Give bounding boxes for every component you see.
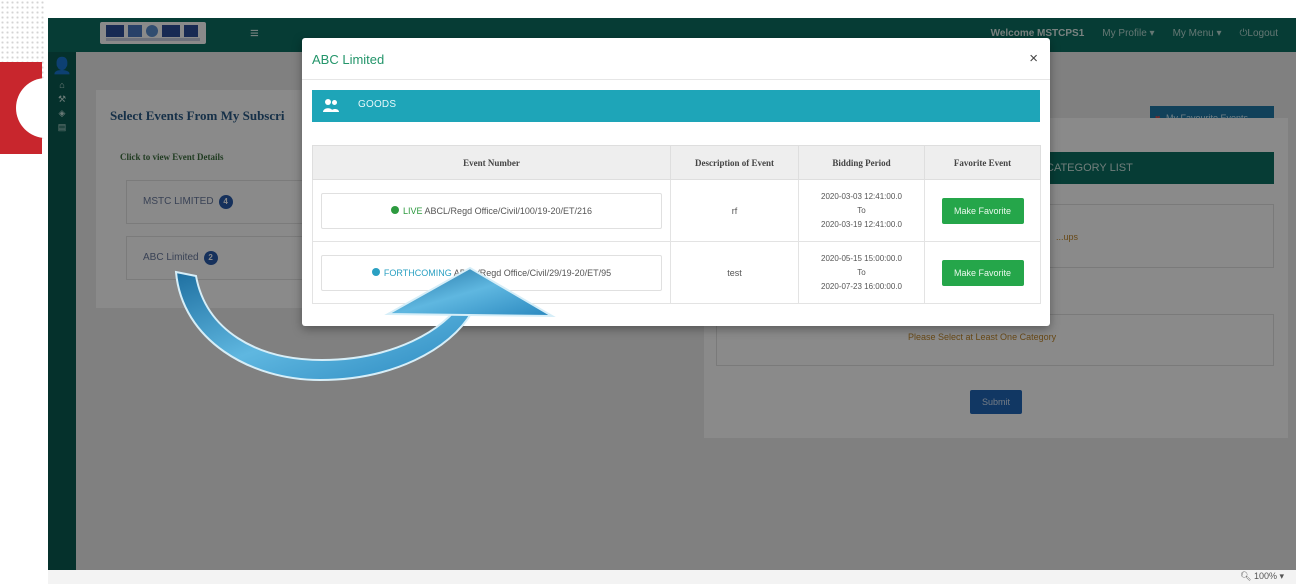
status-label: FORTHCOMING — [383, 267, 452, 278]
close-icon[interactable]: × — [1029, 50, 1038, 67]
bidding-period-cell: 2020-05-15 15:00:00.0 To 2020-07-23 16:00:… — [798, 241, 925, 304]
event-number-cell: LIVE ABCL/Regd Office/Civil/100/19-20/ET… — [312, 179, 671, 242]
event-details-modal: ABC Limited × GOODS Event Number Descrip… — [302, 38, 1050, 326]
column-header: Bidding Period — [798, 145, 925, 180]
period-to-label: To — [857, 267, 866, 277]
browser-status-bar: 🔍︎ 100% ▾ — [48, 570, 1296, 584]
description-cell: rf — [670, 179, 799, 242]
zoom-icon: 🔍︎ — [1240, 571, 1254, 581]
period-to-label: To — [857, 205, 866, 215]
period-end: 2020-07-23 16:00:00.0 — [821, 281, 902, 291]
screenshot-stage: ≡ Welcome MSTCPS1 My Profile ▾ My Menu ▾… — [0, 0, 1296, 584]
modal-header: ABC Limited × — [302, 38, 1050, 80]
event-number-cell: FORTHCOMING ABCL/Regd Office/Civil/29/19… — [312, 241, 671, 304]
goods-section-header: GOODS — [312, 90, 1040, 122]
make-favorite-button[interactable]: Make Favorite — [941, 197, 1024, 224]
table-row: FORTHCOMING ABCL/Regd Office/Civil/29/19… — [312, 241, 1041, 304]
period-start: 2020-03-03 12:41:00.0 — [821, 191, 902, 201]
favorite-cell: Make Favorite — [924, 179, 1041, 242]
event-number: ABCL/Regd Office/Civil/29/19-20/ET/95 — [453, 267, 612, 278]
event-number: ABCL/Regd Office/Civil/100/19-20/ET/216 — [424, 205, 592, 216]
period-end: 2020-03-19 12:41:00.0 — [821, 219, 902, 229]
table-row: LIVE ABCL/Regd Office/Civil/100/19-20/ET… — [312, 179, 1041, 242]
section-label: GOODS — [358, 99, 397, 110]
event-link[interactable]: FORTHCOMING ABCL/Regd Office/Civil/29/19… — [321, 254, 662, 291]
users-icon — [323, 99, 339, 112]
bidding-period-cell: 2020-03-03 12:41:00.0 To 2020-03-19 12:41:… — [798, 179, 925, 242]
red-logo-mark — [0, 62, 56, 154]
event-link[interactable]: LIVE ABCL/Regd Office/Civil/100/19-20/ET… — [321, 192, 662, 229]
column-header: Description of Event — [670, 145, 799, 180]
events-table: Event Number Description of Event Biddin… — [312, 145, 1041, 304]
zoom-level[interactable]: 🔍︎ 100% ▾ — [1240, 571, 1284, 582]
period-start: 2020-05-15 15:00:00.0 — [821, 253, 902, 263]
column-header: Event Number — [312, 145, 671, 180]
table-header-row: Event Number Description of Event Biddin… — [312, 145, 1041, 180]
status-label: LIVE — [403, 205, 423, 216]
status-dot-icon — [391, 205, 400, 214]
status-dot-icon — [371, 267, 380, 276]
make-favorite-button[interactable]: Make Favorite — [941, 259, 1024, 286]
favorite-cell: Make Favorite — [924, 241, 1041, 304]
column-header: Favorite Event — [924, 145, 1041, 180]
modal-title: ABC Limited — [312, 52, 385, 67]
description-cell: test — [670, 241, 799, 304]
